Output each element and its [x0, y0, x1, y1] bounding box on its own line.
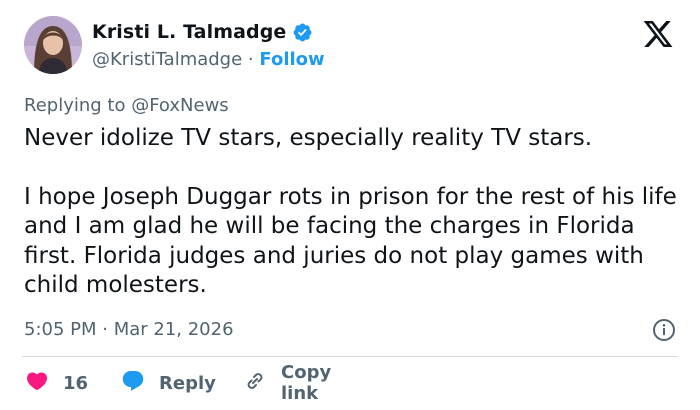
author-handle[interactable]: @KristiTalmadge [92, 49, 242, 70]
heart-icon [24, 369, 50, 397]
like-count: 16 [63, 372, 89, 394]
replying-to: Replying to @FoxNews [24, 95, 229, 116]
handle-separator: · [247, 49, 254, 70]
link-icon [242, 369, 268, 397]
x-logo-icon[interactable] [641, 18, 675, 50]
tweet-card: Kristi L. Talmadge @KristiTalmadge · Fol… [0, 0, 700, 410]
reply-bubble-icon [120, 369, 146, 397]
info-icon[interactable] [652, 318, 676, 342]
copy-link-button[interactable]: Copy link [242, 362, 331, 404]
like-button[interactable]: 16 [24, 368, 88, 398]
replying-prefix: Replying to [24, 95, 126, 116]
reply-button[interactable]: Reply [120, 368, 216, 398]
replying-mention[interactable]: @FoxNews [131, 95, 228, 116]
verified-badge-icon [292, 22, 313, 43]
tweet-paragraph: I hope Joseph Duggar rots in prison for … [24, 183, 677, 299]
tweet-paragraph: Never idolize TV stars, especially reali… [24, 125, 593, 151]
author-name-row: Kristi L. Talmadge [92, 21, 313, 43]
copy-link-label: Copy link [281, 362, 332, 404]
reply-label: Reply [159, 372, 216, 394]
author-name[interactable]: Kristi L. Talmadge [92, 21, 286, 43]
tweet-text: Never idolize TV stars, especially reali… [24, 124, 684, 301]
avatar[interactable] [24, 16, 82, 74]
follow-button[interactable]: Follow [259, 49, 324, 70]
author-handle-row: @KristiTalmadge · Follow [92, 49, 325, 70]
tweet-timestamp[interactable]: 5:05 PM · Mar 21, 2026 [24, 319, 234, 340]
divider [22, 356, 678, 357]
